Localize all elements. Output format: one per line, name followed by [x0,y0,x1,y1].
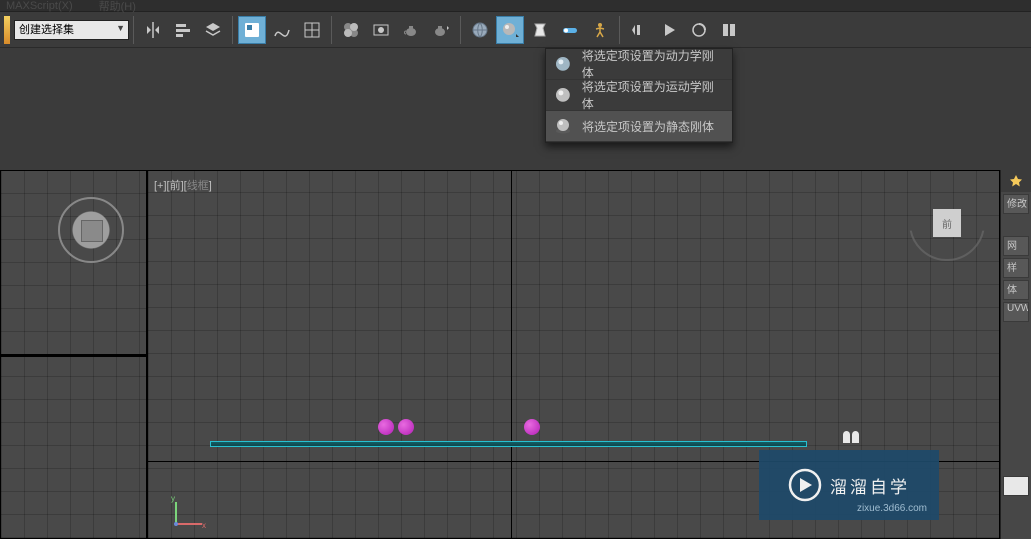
viewcube-front[interactable]: 前 [927,203,967,243]
viewport-front[interactable]: [+][前][线框] 前 y x 溜溜自学 [147,170,1000,539]
watermark-title: 溜溜自学 [830,473,910,498]
command-panel: 修改 网 样 体 UVW [1000,170,1031,539]
layers-button[interactable] [199,16,227,44]
menu-help[interactable]: 帮助(H) [99,0,136,14]
cloth-button[interactable] [526,16,554,44]
sphere-static-icon [554,117,572,135]
watermark-url: zixue.3d66.com [857,503,927,514]
massfx-world-button[interactable] [466,16,494,44]
toolbar-separator [133,16,134,44]
toolbar-handle [4,16,10,44]
main-toolbar: 创建选择集 [0,12,1031,48]
panel-button[interactable]: 网 [1003,236,1029,256]
viewport-label[interactable]: [+][前][线框] [154,177,212,193]
menu-maxscript[interactable]: MAXScript(X) [6,0,73,12]
selection-set-dropdown[interactable]: 创建选择集 [14,20,129,40]
rigid-body-flyout-button[interactable] [496,16,524,44]
scene-object [843,431,861,443]
schematic-view-button[interactable] [298,16,326,44]
svg-text:x: x [202,521,206,530]
sphere-blue-icon [554,55,572,73]
curve-editor-button[interactable] [268,16,296,44]
toolbar-separator [232,16,233,44]
panel-button[interactable]: UVW [1003,302,1029,322]
dropdown-label: 将选定项设置为静态刚体 [582,118,714,135]
align-button[interactable] [169,16,197,44]
dropdown-label: 将选定项设置为运动学刚体 [582,78,724,112]
dropdown-item-kinematic-rigid[interactable]: 将选定项设置为运动学刚体 [546,80,732,111]
svg-text:y: y [171,494,175,503]
viewcube-icon[interactable] [58,197,124,263]
constraint-button[interactable] [556,16,584,44]
scene-sphere[interactable] [524,419,540,435]
panel-button[interactable]: 体 [1003,280,1029,300]
sphere-grey-icon [554,86,572,104]
watermark: 溜溜自学 zixue.3d66.com [759,450,939,520]
scene-plane[interactable] [210,441,807,447]
viewport-bottom-left[interactable] [0,356,147,539]
render-setup-button[interactable] [367,16,395,44]
toggle-scene-explorer-button[interactable] [238,16,266,44]
sim-step-button[interactable] [685,16,713,44]
dropdown-item-static-rigid[interactable]: 将选定项设置为静态刚体 [546,111,732,142]
workspace: [+][前][线框] 前 y x 溜溜自学 [0,170,1031,539]
scene-sphere[interactable] [398,419,414,435]
axis-gizmo-icon: y x [168,492,208,532]
panel-button[interactable]: 修改 [1003,194,1029,214]
material-editor-button[interactable] [337,16,365,44]
viewport-top-left[interactable] [0,170,147,356]
scene-sphere[interactable] [378,419,394,435]
panel-field[interactable] [1003,476,1029,496]
toolbar-separator [331,16,332,44]
toolbar-separator [460,16,461,44]
sim-play-button[interactable] [655,16,683,44]
panel-button[interactable]: 样 [1003,258,1029,278]
ragdoll-button[interactable] [586,16,614,44]
command-panel-tab[interactable] [1001,170,1031,192]
rigid-body-dropdown: 将选定项设置为动力学刚体 将选定项设置为运动学刚体 将选定项设置为静态刚体 [545,48,733,143]
mirror-button[interactable] [139,16,167,44]
sim-reset-button[interactable] [625,16,653,44]
dropdown-item-dynamic-rigid[interactable]: 将选定项设置为动力学刚体 [546,49,732,80]
menu-bar: MAXScript(X) 帮助(H) [0,0,1031,12]
render-button[interactable] [427,16,455,44]
dropdown-label: 将选定项设置为动力学刚体 [582,47,724,81]
render-frame-button[interactable] [397,16,425,44]
sim-tools-button[interactable] [715,16,743,44]
toolbar-separator [619,16,620,44]
